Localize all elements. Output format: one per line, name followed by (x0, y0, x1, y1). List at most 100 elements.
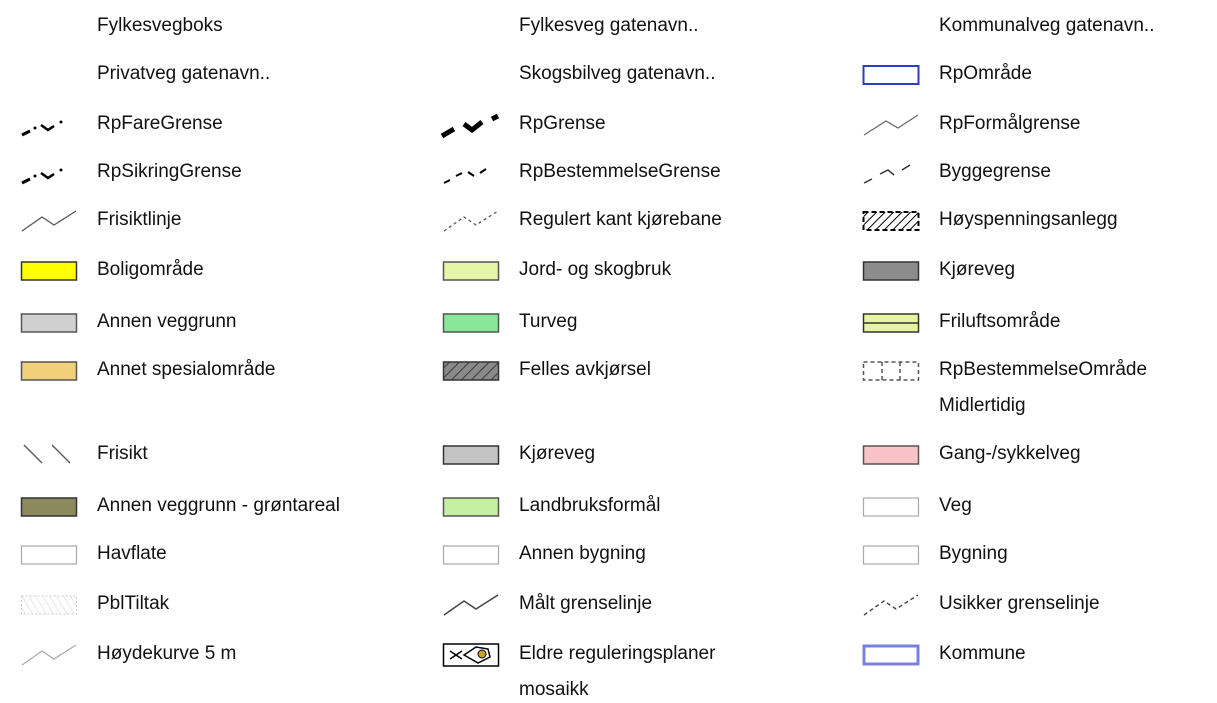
legend-label: Jord- og skogbruk (519, 259, 672, 280)
legend-item-bygning: Bygning (862, 541, 1202, 571)
legend-label: RpFormålgrense (939, 113, 1081, 134)
legend-label: Boligområde (97, 259, 204, 280)
legend-item-annen-veggrunn: Annen veggrunn (20, 309, 350, 339)
legend-label: RpGrense (519, 113, 606, 134)
dashed-line-icon (442, 161, 502, 187)
legend-label: Gang-/sykkelveg (939, 443, 1081, 464)
legend-label: Fylkesveg gatenavn.. (519, 15, 699, 36)
faint-hatch-box-icon (20, 593, 80, 619)
legend-label: Kjøreveg (519, 443, 596, 464)
thin-line-icon (442, 593, 502, 619)
legend-item-turveg: Turveg (442, 309, 772, 339)
legend-label-line2: mosaikk (519, 679, 589, 700)
filled-box-icon (20, 359, 80, 385)
legend-item-malt-grenselinje: Målt grenselinje (442, 591, 772, 621)
striped-box-icon (862, 311, 922, 337)
legend-label: PblTiltak (97, 593, 170, 614)
legend-item-privatveg-gatenavn: Privatveg gatenavn.. (20, 61, 350, 91)
legend-label: Turveg (519, 311, 578, 332)
legend-label: RpSikringGrense (97, 161, 242, 182)
legend-item-fylkesveg-gatenavn: Fylkesveg gatenavn.. (442, 13, 772, 43)
mosaic-box-icon (442, 643, 502, 669)
legend-label: Frisikt (97, 443, 148, 464)
map-legend: Fylkesvegboks Fylkesveg gatenavn.. Kommu… (0, 0, 1217, 703)
legend-label: RpBestemmelseOmråde (939, 359, 1148, 380)
legend-item-rpgrense: RpGrense (440, 111, 772, 141)
legend-item-rpbestemmelseomrade: RpBestemmelseOmråde Midlertidig (862, 357, 1202, 423)
legend-label: Annen bygning (519, 543, 646, 564)
hatched-dashed-box-icon (862, 209, 922, 235)
thin-line-icon (20, 209, 80, 235)
legend-label: Usikker grenselinje (939, 593, 1100, 614)
legend-item-jord-og-skogbruk: Jord- og skogbruk (442, 257, 772, 287)
filled-box-icon (20, 311, 80, 337)
legend-item-usikker-grenselinje: Usikker grenselinje (862, 591, 1202, 621)
legend-label: RpFareGrense (97, 113, 223, 134)
filled-box-icon (442, 443, 502, 469)
legend-item-friluftsomrade: Friluftsområde (862, 309, 1202, 339)
legend-label: RpBestemmelseGrense (519, 161, 721, 182)
outline-box-icon (442, 543, 502, 569)
legend-item-kommunalveg-gatenavn: Kommunalveg gatenavn.. (862, 13, 1202, 43)
legend-item-eldre-reguleringsplaner: Eldre reguleringsplaner mosaikk (442, 641, 772, 703)
legend-item-annet-spesialomrade: Annet spesialområde (20, 357, 350, 387)
legend-label: Kommunalveg gatenavn.. (939, 15, 1155, 36)
legend-item-byggegrense: Byggegrense (862, 159, 1202, 189)
thin-line-icon (862, 113, 922, 139)
dashed-line-icon (862, 593, 922, 619)
legend-label-line2: Midlertidig (939, 395, 1026, 416)
legend-item-rpsikringgrense: RpSikringGrense (20, 159, 350, 189)
filled-box-icon (20, 495, 80, 521)
legend-item-rpbestemmelsegrense: RpBestemmelseGrense (442, 159, 772, 189)
legend-label: Målt grenselinje (519, 593, 653, 614)
dotted-line-icon (442, 209, 502, 235)
legend-label: Fylkesvegboks (97, 15, 223, 36)
legend-item-hoydekurve-5m: Høydekurve 5 m (20, 641, 350, 671)
legend-label: Havflate (97, 543, 167, 564)
legend-label: Frisiktlinje (97, 209, 182, 230)
legend-label: Annen veggrunn (97, 311, 237, 332)
legend-label: Felles avkjørsel (519, 359, 651, 380)
legend-item-kjoreveg-light: Kjøreveg (442, 441, 772, 471)
dash-dot-line-icon (20, 113, 80, 139)
legend-item-pbltiltak: PblTiltak (20, 591, 350, 621)
double-slash-icon (20, 443, 80, 469)
legend-label: Eldre reguleringsplaner (519, 643, 716, 664)
box-outline-blue-icon (862, 643, 922, 669)
legend-item-frisikt: Frisikt (20, 441, 350, 471)
dash-dot-line-icon (20, 161, 80, 187)
legend-item-gang-sykkelveg: Gang-/sykkelveg (862, 441, 1202, 471)
legend-label: Annen veggrunn - grøntareal (97, 495, 340, 516)
legend-item-kjoreveg-dark: Kjøreveg (862, 257, 1202, 287)
legend-label: Skogsbilveg gatenavn.. (519, 63, 716, 84)
legend-item-felles-avkjorsel: Felles avkjørsel (442, 357, 772, 387)
filled-box-icon (442, 311, 502, 337)
legend-item-skogsbilveg-gatenavn: Skogsbilveg gatenavn.. (442, 61, 772, 91)
legend-label: Bygning (939, 543, 1008, 564)
legend-label: Landbruksformål (519, 495, 661, 516)
legend-label: Veg (939, 495, 972, 516)
legend-label: Friluftsområde (939, 311, 1061, 332)
thin-line-icon (20, 643, 80, 669)
legend-item-veg: Veg (862, 493, 1202, 523)
dashed-box-icon (862, 359, 922, 385)
legend-label: Høyspenningsanlegg (939, 209, 1118, 230)
legend-label: Kommune (939, 643, 1026, 664)
dashed-line-icon (862, 161, 922, 187)
legend-label: Høydekurve 5 m (97, 643, 237, 664)
thick-dash-line-icon (440, 113, 502, 139)
legend-item-kommune: Kommune (862, 641, 1202, 671)
legend-item-rpomrade: RpOmråde (862, 61, 1202, 91)
legend-item-annen-bygning: Annen bygning (442, 541, 772, 571)
hatched-box-icon (442, 359, 502, 385)
legend-item-havflate: Havflate (20, 541, 350, 571)
legend-label: Regulert kant kjørebane (519, 209, 722, 230)
legend-label: Annet spesialområde (97, 359, 276, 380)
legend-item-hoyspenningsanlegg: Høyspenningsanlegg (862, 207, 1202, 237)
legend-item-rpformalgrense: RpFormålgrense (862, 111, 1202, 141)
box-outline-icon (862, 63, 922, 89)
legend-label: Kjøreveg (939, 259, 1016, 280)
filled-box-icon (20, 259, 80, 285)
legend-item-boligomrade: Boligområde (20, 257, 350, 287)
outline-box-icon (862, 543, 922, 569)
